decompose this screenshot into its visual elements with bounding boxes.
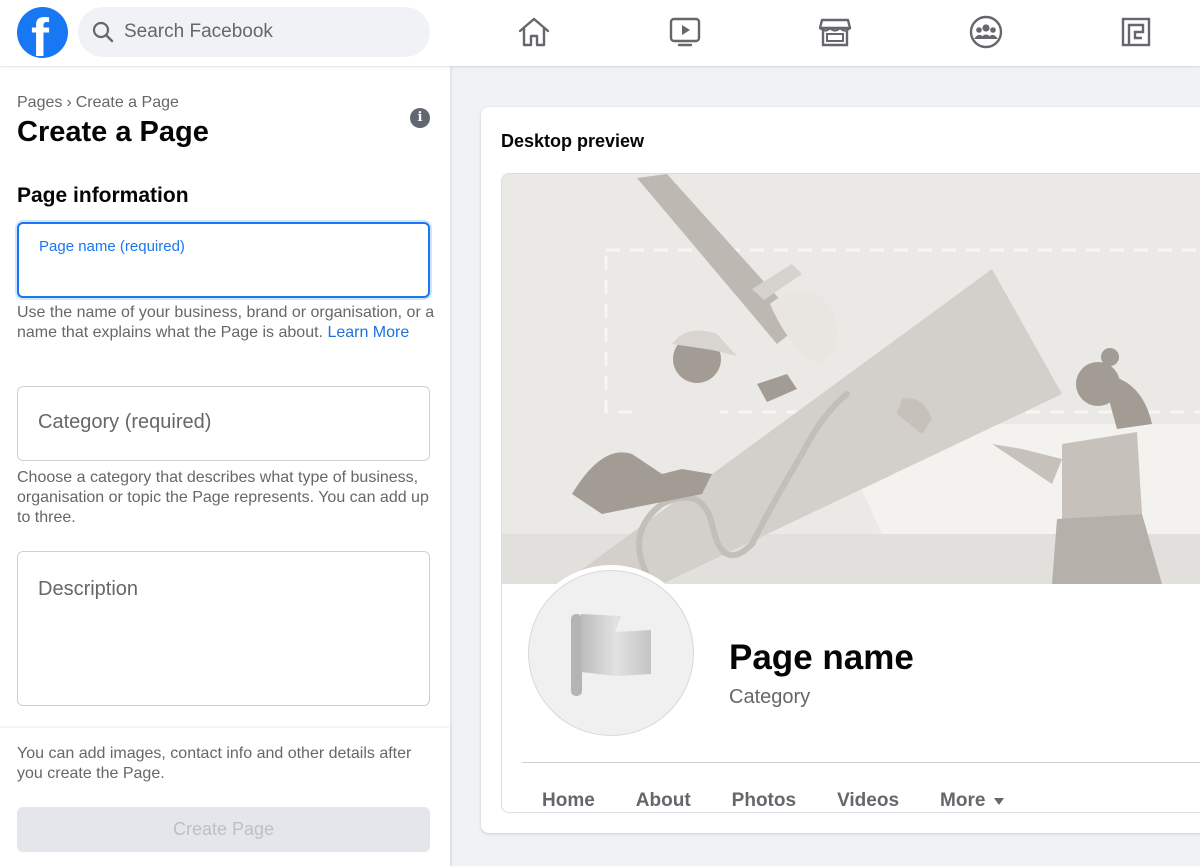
- breadcrumb-separator: ›: [66, 94, 72, 111]
- cover-illustration: [502, 174, 1200, 587]
- tab-about[interactable]: About: [636, 790, 691, 812]
- flag-icon: [571, 614, 651, 696]
- create-page-button[interactable]: Create Page: [17, 807, 430, 852]
- panel-footer: You can add images, contact info and oth…: [0, 728, 450, 866]
- preview-frame: Page name Category Home About Photos Vid…: [501, 173, 1200, 813]
- tab-home[interactable]: Home: [542, 790, 595, 812]
- search-input[interactable]: [124, 21, 404, 43]
- tab-more[interactable]: More: [940, 790, 1004, 812]
- home-icon[interactable]: [516, 14, 552, 50]
- category-placeholder: Category (required): [38, 411, 212, 433]
- watch-icon[interactable]: [667, 14, 703, 50]
- preview-page-name: Page name: [729, 638, 914, 677]
- footer-help-text: You can add images, contact info and oth…: [17, 745, 412, 782]
- page-name-field[interactable]: Page name (required): [17, 222, 430, 298]
- preview-title: Desktop preview: [501, 131, 645, 151]
- category-field[interactable]: Category (required): [17, 386, 430, 461]
- breadcrumb: Pages › Create a Page: [17, 94, 179, 112]
- description-placeholder: Description: [38, 578, 139, 600]
- search-box[interactable]: [78, 7, 430, 57]
- tab-photos[interactable]: Photos: [732, 790, 796, 812]
- search-icon: [92, 21, 114, 43]
- gaming-icon[interactable]: [1118, 14, 1154, 50]
- profile-picture: [528, 570, 694, 736]
- tabs-divider: [522, 762, 1200, 763]
- top-navigation-bar: f: [0, 0, 1200, 66]
- page-name-help: Use the name of your business, brand or …: [17, 304, 435, 341]
- facebook-logo-icon[interactable]: f: [17, 7, 68, 58]
- groups-icon[interactable]: [968, 14, 1004, 50]
- breadcrumb-pages[interactable]: Pages: [17, 94, 62, 111]
- tab-videos[interactable]: Videos: [837, 790, 899, 812]
- desktop-preview-card: Desktop preview Page name Category Home …: [481, 107, 1200, 833]
- page-title: Create a Page: [17, 116, 209, 148]
- marketplace-icon[interactable]: [817, 14, 853, 50]
- section-title: Page information: [17, 184, 189, 207]
- description-field[interactable]: Description: [17, 551, 430, 706]
- learn-more-link[interactable]: Learn More: [327, 324, 409, 341]
- preview-category: Category: [729, 686, 811, 708]
- page-name-label: Page name (required): [39, 238, 185, 255]
- category-help: Choose a category that describes what ty…: [17, 469, 429, 526]
- info-icon[interactable]: i: [410, 108, 430, 128]
- create-page-panel: Pages › Create a Page Create a Page i Page…: [0, 66, 450, 866]
- breadcrumb-create-page[interactable]: Create a Page: [76, 94, 179, 111]
- preview-tabs: Home About Photos Videos More: [542, 790, 1045, 812]
